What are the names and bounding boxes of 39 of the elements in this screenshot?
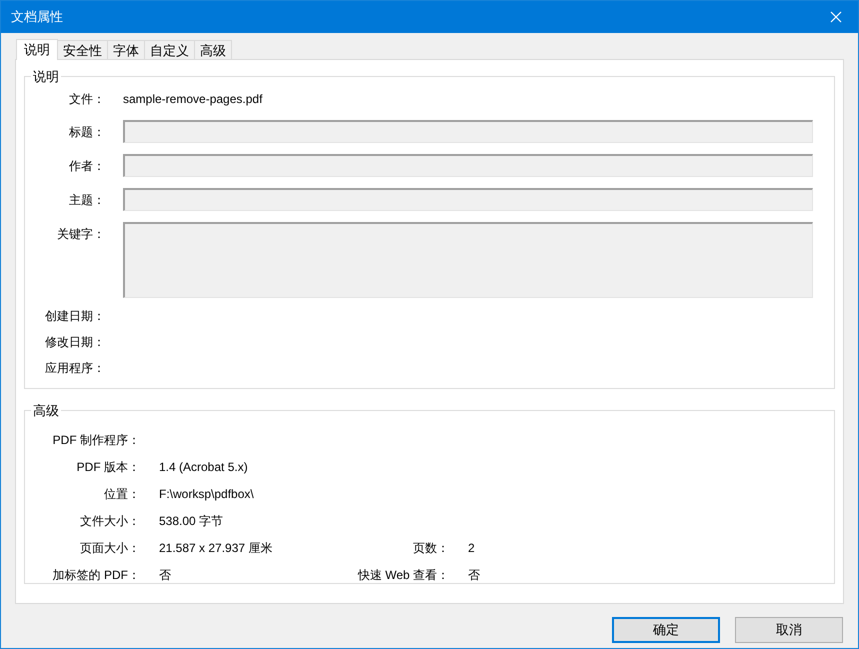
input-field[interactable] (123, 222, 813, 298)
tab[interactable]: 字体 (107, 40, 145, 59)
property-value: 否 (468, 566, 480, 584)
property-value: 否 (159, 566, 172, 584)
dialog-button[interactable]: 确定 (612, 617, 720, 643)
property-label: 页数： (412, 540, 449, 556)
property-label: 位置： (103, 486, 140, 502)
property-value: 1.4 (Acrobat 5.x) (159, 458, 249, 476)
field-label: 主题： (68, 192, 105, 208)
field-label: 修改日期： (44, 334, 105, 350)
group-legend: 高级 (31, 401, 61, 420)
tab[interactable]: 自定义 (144, 40, 195, 59)
field-label: 文件： (68, 90, 105, 108)
tab[interactable]: 安全性 (57, 40, 108, 59)
window-title: 文档属性 (11, 8, 63, 26)
property-value: F:\worksp\pdfbox\ (159, 486, 255, 502)
field-label: 创建日期： (44, 308, 105, 324)
property-label: 文件大小： (79, 512, 140, 530)
field-label: 标题： (68, 124, 105, 140)
tab[interactable]: 高级 (194, 40, 232, 59)
dialog-button[interactable]: 取消 (735, 617, 843, 643)
group-legend: 说明 (31, 67, 61, 86)
close-icon (830, 11, 842, 23)
input-field[interactable] (123, 188, 813, 210)
property-value: 2 (468, 540, 475, 556)
input-field[interactable] (123, 120, 813, 142)
property-label: PDF 版本： (76, 458, 140, 476)
property-label: 页面大小： (79, 540, 140, 556)
file-name: sample-remove-pages.pdf (123, 90, 262, 108)
property-value: 21.587 x 27.937 厘米 (159, 540, 274, 556)
property-label: PDF 制作程序： (52, 432, 140, 448)
property-label: 快速 Web 查看： (356, 566, 449, 584)
property-label: 加标签的 PDF： (52, 566, 140, 584)
field-label: 作者： (68, 158, 105, 174)
property-value: 538.00 字节 (159, 512, 224, 530)
tab[interactable]: 说明 (16, 39, 58, 60)
input-field[interactable] (123, 154, 813, 176)
field-label: 应用程序： (44, 360, 105, 376)
field-label: 关键字： (56, 226, 105, 242)
